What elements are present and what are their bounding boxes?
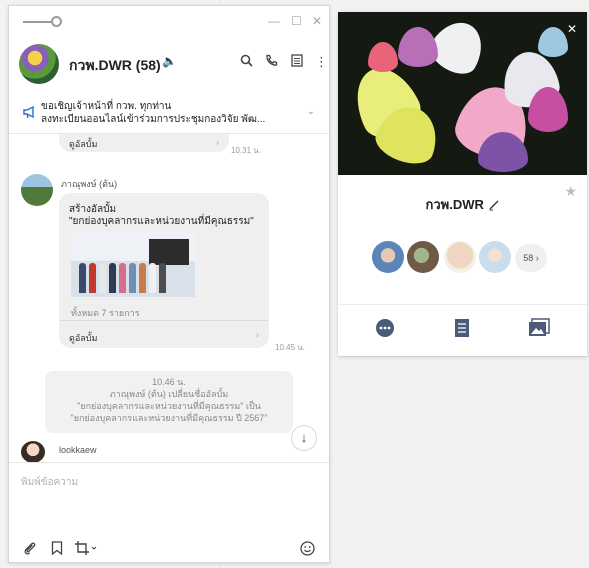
profile-panel: ✕ กวพ.DWR ★ 58 › bbox=[338, 12, 587, 356]
title-bar: — ☐ ✕ bbox=[9, 6, 329, 36]
minimize-icon[interactable]: — bbox=[268, 14, 280, 28]
more-icon[interactable]: ⋮ bbox=[315, 54, 328, 70]
sender-avatar[interactable] bbox=[21, 174, 53, 206]
card-divider bbox=[59, 320, 269, 321]
scroll-down-button[interactable]: ↓ bbox=[291, 425, 317, 451]
emoji-icon[interactable] bbox=[300, 541, 315, 559]
close-icon[interactable]: ✕ bbox=[312, 14, 322, 28]
message-input[interactable]: พิมพ์ข้อความ bbox=[21, 475, 78, 490]
notes-icon[interactable] bbox=[454, 318, 470, 343]
member-avatar[interactable] bbox=[372, 241, 404, 273]
album-bubble-previous[interactable]: ดูอัลบั้ม › bbox=[59, 134, 229, 152]
crop-icon[interactable] bbox=[75, 541, 97, 558]
member-count-button[interactable]: 58 › bbox=[515, 244, 547, 272]
room-name[interactable]: กวพ.DWR (58) bbox=[69, 55, 161, 77]
maximize-icon[interactable]: ☐ bbox=[291, 14, 302, 28]
system-line: "ยกย่องบุคลากรและหน่วยงานที่มีคุณธรรม" เ… bbox=[77, 401, 261, 411]
sender-name: ภาณุพงษ์ (ต้น) bbox=[61, 179, 118, 189]
notes-icon[interactable] bbox=[291, 54, 303, 70]
chevron-right-icon: › bbox=[216, 137, 219, 147]
album-title: "ยกย่องบุคลากรและหน่วยงานที่มีคุณธรรม" bbox=[69, 216, 254, 227]
divider bbox=[338, 304, 587, 305]
system-message: 10.46 น. ภาณุพงษ์ (ต้น) เปลี่ยนชื่ออัลบั… bbox=[45, 371, 293, 433]
sender-avatar[interactable] bbox=[21, 441, 45, 462]
message-input-area[interactable]: พิมพ์ข้อความ bbox=[9, 462, 329, 564]
announcement-line1: ขอเชิญเจ้าหน้าที่ กวพ. ทุกท่าน bbox=[41, 101, 172, 112]
bookmark-icon[interactable] bbox=[51, 541, 63, 558]
attach-icon[interactable] bbox=[23, 541, 37, 558]
pin-track bbox=[23, 21, 53, 23]
album-card[interactable]: สร้างอัลบั้ม "ยกย่องบุคลากรและหน่วยงานที… bbox=[59, 193, 269, 348]
member-avatar[interactable] bbox=[444, 241, 476, 273]
announcement-text: ขอเชิญเจ้าหน้าที่ กวพ. ทุกท่าน ลงทะเบียน… bbox=[41, 100, 291, 126]
chat-bubble-icon[interactable] bbox=[375, 318, 395, 343]
group-avatar[interactable] bbox=[19, 44, 59, 84]
sender-name: lookkaew bbox=[59, 445, 97, 455]
member-avatar[interactable] bbox=[479, 241, 511, 273]
profile-name: กวพ.DWR bbox=[425, 197, 484, 212]
chevron-right-icon: › bbox=[256, 330, 259, 340]
profile-name-row: กวพ.DWR bbox=[338, 194, 587, 215]
member-avatar[interactable] bbox=[407, 241, 439, 273]
chat-header: กวพ.DWR (58) 🔈 ⋮ bbox=[9, 36, 329, 92]
system-line: "ยกย่องบุคลากรและหน่วยงานที่มีคุณธรรม ปี… bbox=[70, 413, 268, 423]
edit-icon[interactable] bbox=[488, 199, 500, 211]
announcement-line2: ลงทะเบียนออนไลน์เข้าร่วมการประชุมกองวิจั… bbox=[41, 114, 266, 125]
close-icon[interactable]: ✕ bbox=[567, 22, 577, 36]
star-icon[interactable]: ★ bbox=[564, 183, 577, 200]
message-time: 10.31 น. bbox=[231, 146, 261, 155]
album-item-count: ทั้งหมด 7 รายการ bbox=[71, 308, 140, 318]
speaker-icon: 🔈 bbox=[162, 54, 177, 68]
announcement-bar[interactable]: ขอเชิญเจ้าหน้าที่ กวพ. ทุกท่าน ลงทะเบียน… bbox=[9, 92, 329, 134]
album-photo[interactable] bbox=[71, 231, 195, 297]
chat-window: — ☐ ✕ กวพ.DWR (58) 🔈 ⋮ ขอเชิญเจ้าหน้าที่… bbox=[8, 5, 330, 563]
view-album-link[interactable]: ดูอัลบั้ม bbox=[69, 331, 97, 345]
album-icon[interactable] bbox=[528, 318, 550, 343]
view-album-link[interactable]: ดูอัลบั้ม bbox=[69, 137, 97, 151]
search-icon[interactable] bbox=[240, 54, 253, 70]
pin-icon[interactable] bbox=[51, 16, 62, 27]
chevron-down-icon[interactable]: ⌄ bbox=[307, 106, 315, 117]
megaphone-icon bbox=[23, 105, 37, 122]
phone-icon[interactable] bbox=[265, 54, 278, 70]
system-line: ภาณุพงษ์ (ต้น) เปลี่ยนชื่ออัลบั้ม bbox=[109, 389, 229, 399]
message-time: 10.45 น. bbox=[275, 343, 305, 352]
message-feed[interactable]: ดูอัลบั้ม › 10.31 น. ภาณุพงษ์ (ต้น) สร้า… bbox=[9, 134, 329, 462]
cover-photo[interactable]: ✕ bbox=[338, 12, 587, 175]
system-time: 10.46 น. bbox=[152, 377, 186, 387]
